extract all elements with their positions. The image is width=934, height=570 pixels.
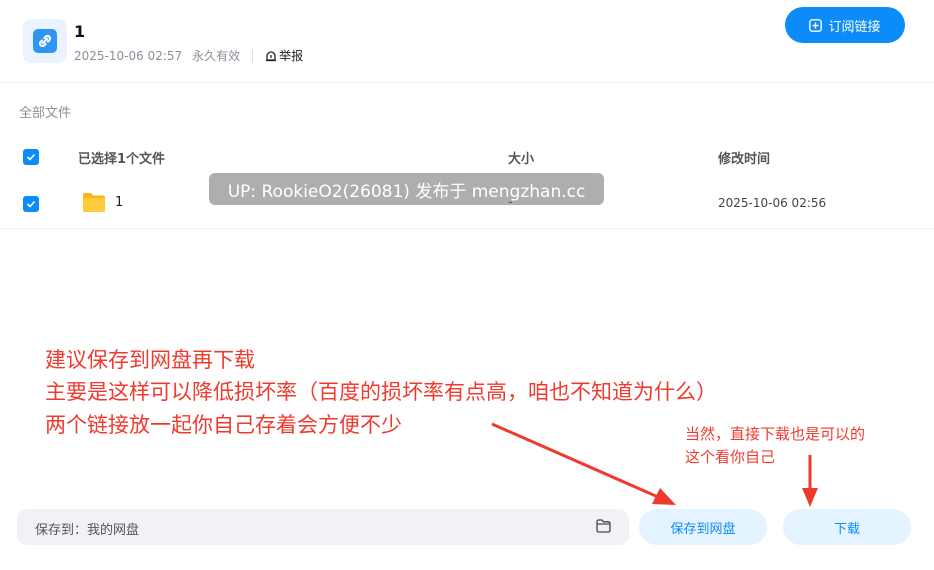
- annotation-arrows: [491, 422, 818, 507]
- folder-outline-icon[interactable]: [596, 519, 611, 533]
- arrow-to-download-icon: [802, 455, 818, 507]
- save-location-label: 保存到：我的网盘: [35, 523, 140, 538]
- arrow-to-save-icon: [491, 422, 676, 505]
- save-location-field[interactable]: 保存到：我的网盘: [17, 509, 629, 545]
- download-button[interactable]: 下载: [783, 509, 911, 545]
- save-to-netdisk-button[interactable]: 保存到网盘: [639, 509, 767, 545]
